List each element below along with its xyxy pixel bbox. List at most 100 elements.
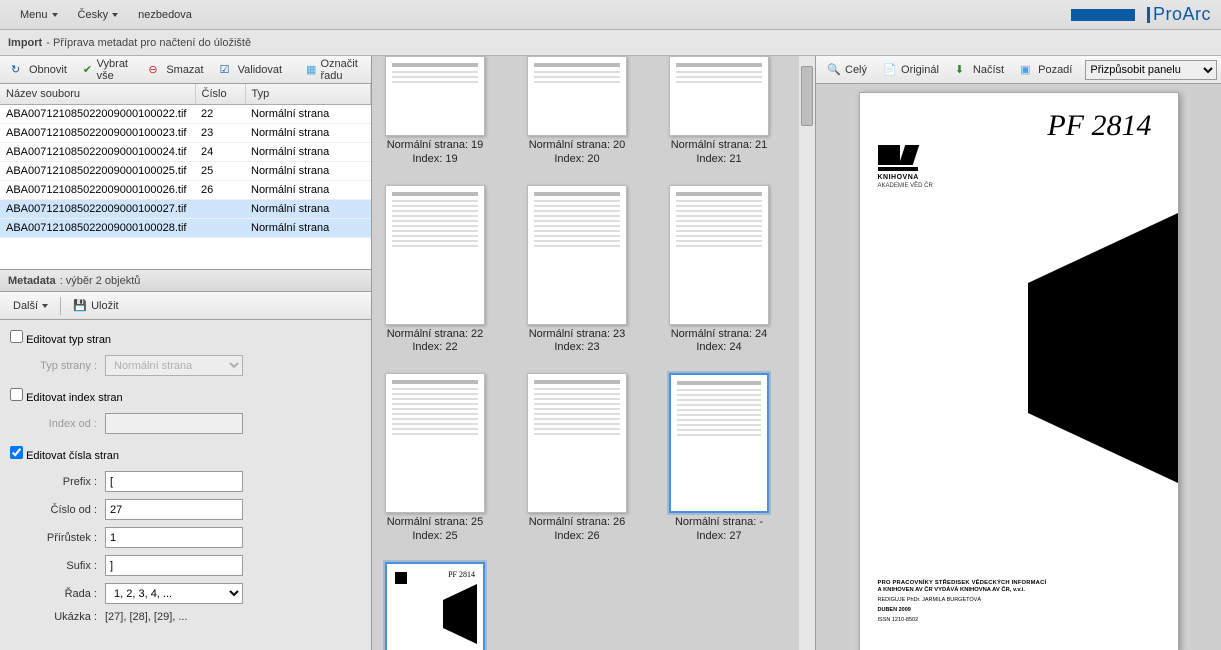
next-button[interactable]: Další [6, 297, 55, 315]
prefix-input[interactable] [105, 471, 243, 492]
original-button[interactable]: 📄Originál [876, 60, 946, 80]
thumbnail-caption-index: Index: 19 [412, 153, 457, 167]
page-title: Import- Příprava metadat pro načtení do … [0, 30, 1221, 56]
thumbnail-page [669, 373, 769, 513]
table-row[interactable]: ABA007121085022009000100025.tif25Normáln… [0, 162, 371, 181]
thumbnail[interactable]: Normální strana: 22Index: 22 [380, 185, 490, 356]
files-table: Název souboru Číslo Typ ABA0071210850220… [0, 84, 371, 238]
brand: ProArc [1071, 4, 1211, 25]
thumbnail-caption-index: Index: 23 [554, 341, 599, 355]
thumbnail[interactable]: Normální strana: -Index: 27 [664, 373, 774, 544]
prefix-label: Prefix : [10, 476, 105, 488]
left-toolbar: ↻Obnovit ✔Vybrat vše ⊖Smazat ☑Validovat … [0, 56, 371, 84]
top-menubar: Menu Česky nezbedova ProArc [0, 0, 1221, 30]
thumbnail-caption-page: Normální strana: 25 [387, 516, 484, 530]
table-row[interactable]: ABA007121085022009000100027.tifNormální … [0, 200, 371, 219]
save-button[interactable]: 💾Uložit [66, 296, 126, 316]
edit-numbers-checkbox-row: Editovat čísla stran [10, 446, 361, 462]
minus-circle-icon: ⊖ [148, 63, 162, 77]
chevron-down-icon [42, 304, 48, 308]
sample-row: Ukázka : [27], [28], [29], ... [10, 611, 361, 623]
table-row[interactable]: ABA007121085022009000100022.tif22Normáln… [0, 105, 371, 124]
preview-graphic [998, 213, 1178, 483]
left-panel: ↻Obnovit ✔Vybrat vše ⊖Smazat ☑Validovat … [0, 56, 371, 650]
thumbnail[interactable]: Normální strana: 25Index: 25 [380, 373, 490, 544]
sufix-label: Sufix : [10, 560, 105, 572]
vertical-scrollbar[interactable] [799, 56, 815, 650]
save-icon: 💾 [73, 299, 87, 313]
thumbnail-page [527, 373, 627, 513]
chevron-down-icon [52, 13, 58, 17]
brand-logo-rect [1071, 9, 1135, 21]
preview-footer: PRO PRACOVNÍKY STŘEDISEK VĚDECKÝCH INFOR… [878, 580, 1160, 623]
thumbnail-page [669, 56, 769, 136]
zoom-fit-select[interactable]: Přizpůsobit panelu [1085, 60, 1217, 80]
preview-viewport[interactable]: PF 2814 KNIHOVNA AKADEMIE VĚD ČR PRO PRA… [816, 84, 1221, 650]
page-icon: 📄 [883, 63, 897, 77]
metadata-form: Editovat typ stran Typ strany : Normální… [0, 320, 371, 650]
number-from-label: Číslo od : [10, 504, 105, 516]
files-table-wrap[interactable]: Název souboru Číslo Typ ABA0071210850220… [0, 84, 371, 270]
page-type-select: Normální strana [105, 355, 243, 376]
number-from-input[interactable] [105, 499, 243, 520]
edit-type-checkbox-row: Editovat typ stran [10, 330, 361, 346]
edit-index-checkbox[interactable] [10, 388, 23, 401]
thumbnail-caption-index: Index: 22 [412, 341, 457, 355]
preview-page: PF 2814 KNIHOVNA AKADEMIE VĚD ČR PRO PRA… [859, 92, 1179, 650]
thumbnail-page [527, 185, 627, 325]
thumbnail-page [527, 56, 627, 136]
thumbnail[interactable]: Normální strana: 24Index: 24 [664, 185, 774, 356]
table-row[interactable]: ABA007121085022009000100026.tif26Normáln… [0, 181, 371, 200]
knihovna-logo: KNIHOVNA AKADEMIE VĚD ČR [878, 145, 1160, 189]
thumbnail-page [669, 185, 769, 325]
table-row[interactable]: ABA007121085022009000100023.tif23Normáln… [0, 124, 371, 143]
language-button[interactable]: Česky [68, 5, 129, 25]
thumbnail-caption-page: Normální strana: 20 [529, 139, 626, 153]
thumbnail[interactable]: Normální strana: 23Index: 23 [522, 185, 632, 356]
edit-numbers-checkbox[interactable] [10, 446, 23, 459]
thumbnail-page: PF 2814 [385, 562, 485, 650]
thumbnail-page [385, 373, 485, 513]
thumbnail[interactable]: Normální strana: 19Index: 19 [380, 56, 490, 167]
refresh-button[interactable]: ↻Obnovit [4, 60, 74, 80]
series-label: Řada : [10, 588, 105, 600]
load-button[interactable]: ⬇Načíst [948, 60, 1011, 80]
thumbnail[interactable]: Normální strana: 21Index: 21 [664, 56, 774, 167]
thumbnail[interactable]: Normální strana: 26Index: 26 [522, 373, 632, 544]
series-select[interactable]: 1, 2, 3, 4, ... [105, 583, 243, 604]
full-button[interactable]: 🔍Celý [820, 60, 874, 80]
col-filename[interactable]: Název souboru [0, 84, 195, 105]
scrollbar-thumb[interactable] [801, 66, 813, 126]
validate-button[interactable]: ☑Validovat [213, 60, 289, 80]
refresh-icon: ↻ [11, 63, 25, 77]
thumbnail-caption-index: Index: 27 [696, 530, 741, 544]
magnifier-icon: 🔍 [827, 63, 841, 77]
menu-button[interactable]: Menu [10, 5, 68, 25]
thumbnail-caption-page: Normální strana: 24 [671, 328, 768, 342]
col-type[interactable]: Typ [245, 84, 371, 105]
select-all-button[interactable]: ✔Vybrat vše [76, 55, 139, 85]
thumbnail-page [385, 56, 485, 136]
preview-pf-title: PF 2814 [1047, 109, 1151, 143]
type-label: Typ strany : [10, 360, 105, 372]
metadata-toolbar: Další 💾Uložit [0, 292, 371, 320]
index-from-label: Index od : [10, 418, 105, 430]
mark-row-button[interactable]: ▦Označit řadu [299, 55, 368, 85]
background-button[interactable]: ▣Pozadí [1013, 60, 1079, 80]
thumbnail-caption-index: Index: 25 [412, 530, 457, 544]
validate-icon: ☑ [220, 63, 234, 77]
thumbnail-caption-page: Normální strana: 19 [387, 139, 484, 153]
increment-input[interactable] [105, 527, 243, 548]
thumbnail[interactable]: Normální strana: 20Index: 20 [522, 56, 632, 167]
table-row[interactable]: ABA007121085022009000100028.tifNormální … [0, 219, 371, 238]
thumbnails-scroll[interactable]: Normální strana: 19Index: 19Normální str… [372, 56, 815, 650]
col-number[interactable]: Číslo [195, 84, 245, 105]
sufix-input[interactable] [105, 555, 243, 576]
thumbnail-caption-index: Index: 24 [696, 341, 741, 355]
table-row[interactable]: ABA007121085022009000100024.tif24Normáln… [0, 143, 371, 162]
delete-button[interactable]: ⊖Smazat [141, 60, 210, 80]
thumbnail-page [385, 185, 485, 325]
thumbnail[interactable]: PF 2814Normální strana: -Index: 28 [380, 562, 490, 650]
edit-type-checkbox[interactable] [10, 330, 23, 343]
user-label[interactable]: nezbedova [128, 5, 202, 25]
